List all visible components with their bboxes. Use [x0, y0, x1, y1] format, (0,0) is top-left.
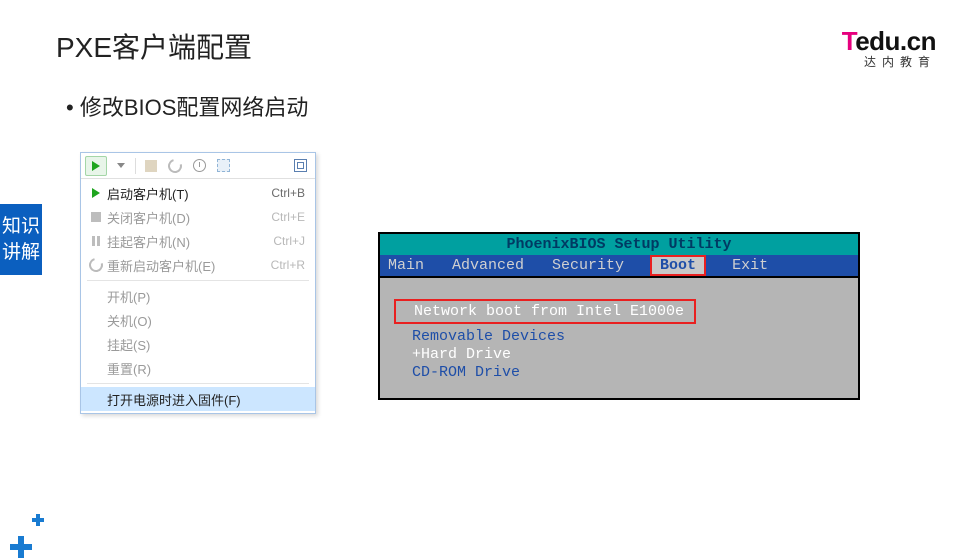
bios-tab-security[interactable]: Security: [550, 257, 626, 274]
boot-item-cdrom[interactable]: CD-ROM Drive: [394, 364, 844, 381]
toolbar-btn-clock[interactable]: [188, 156, 210, 176]
menu-item-power-off[interactable]: 关机(O): [81, 308, 315, 332]
bios-tab-exit[interactable]: Exit: [730, 257, 770, 274]
menu-label: 开机(P): [107, 287, 305, 306]
dropdown-chevron[interactable]: [109, 156, 131, 176]
menu-item-enter-firmware[interactable]: 打开电源时进入固件(F): [81, 387, 315, 411]
toolbar-btn-box[interactable]: [140, 156, 162, 176]
menu-item-reset[interactable]: 重置(R): [81, 356, 315, 380]
menu-label: 挂起客户机(N): [107, 232, 273, 251]
boot-item-removable[interactable]: Removable Devices: [394, 328, 844, 345]
bios-title: PhoenixBIOS Setup Utility: [380, 234, 858, 255]
bios-menu-bar: Main Advanced Security Boot Exit: [380, 255, 858, 278]
boot-item-hard-drive[interactable]: +Hard Drive: [394, 346, 844, 363]
boot-item-network[interactable]: Network boot from Intel E1000e: [394, 299, 696, 324]
menu-label: 启动客户机(T): [107, 184, 271, 203]
menu-separator: [87, 383, 309, 384]
refresh-icon: [165, 156, 184, 175]
bios-tab-advanced[interactable]: Advanced: [450, 257, 526, 274]
bios-body: Network boot from Intel E1000e Removable…: [380, 278, 858, 390]
bios-tab-main[interactable]: Main: [386, 257, 426, 274]
menu-label: 打开电源时进入固件(F): [107, 390, 305, 409]
logo-subtitle: 达内教育: [842, 56, 936, 68]
bullet-text: 修改BIOS配置网络启动: [66, 90, 308, 122]
menu-toolbar: [81, 153, 315, 179]
logo-rest: edu.cn: [855, 26, 936, 56]
play-icon: [92, 161, 100, 171]
menu-separator: [87, 280, 309, 281]
power-menu-window: 启动客户机(T) Ctrl+B 关闭客户机(D) Ctrl+E 挂起客户机(N)…: [80, 152, 316, 414]
toolbar-btn-snapshot[interactable]: [212, 156, 234, 176]
bios-tab-boot[interactable]: Boot: [650, 255, 706, 276]
sidebar-tab-knowledge: 知识讲解: [0, 204, 42, 275]
menu-item-suspend[interactable]: 挂起(S): [81, 332, 315, 356]
menu-list: 启动客户机(T) Ctrl+B 关闭客户机(D) Ctrl+E 挂起客户机(N)…: [81, 179, 315, 413]
fullscreen-icon: [294, 159, 307, 172]
menu-item-power-on-simple[interactable]: 开机(P): [81, 284, 315, 308]
menu-item-shutdown-guest[interactable]: 关闭客户机(D) Ctrl+E: [81, 205, 315, 229]
play-button[interactable]: [85, 156, 107, 176]
menu-label: 关闭客户机(D): [107, 208, 271, 227]
pause-icon: [92, 236, 100, 246]
menu-label: 挂起(S): [107, 335, 305, 354]
chevron-down-icon: [117, 163, 125, 168]
menu-item-power-on[interactable]: 启动客户机(T) Ctrl+B: [81, 181, 315, 205]
snapshot-icon: [217, 159, 230, 172]
logo-letter: T: [842, 26, 855, 56]
menu-item-restart-guest[interactable]: 重新启动客户机(E) Ctrl+R: [81, 253, 315, 277]
menu-shortcut: Ctrl+J: [273, 234, 305, 248]
box-icon: [145, 160, 157, 172]
slide-title: PXE客户端配置: [56, 26, 252, 66]
menu-label: 重置(R): [107, 359, 305, 378]
menu-label: 关机(O): [107, 311, 305, 330]
toolbar-btn-refresh[interactable]: [164, 156, 186, 176]
menu-shortcut: Ctrl+R: [271, 258, 305, 272]
toolbar-separator: [135, 158, 136, 174]
menu-label: 重新启动客户机(E): [107, 256, 271, 275]
toolbar-btn-fullscreen[interactable]: [289, 156, 311, 176]
bios-window: PhoenixBIOS Setup Utility Main Advanced …: [378, 232, 860, 400]
menu-shortcut: Ctrl+E: [271, 210, 305, 224]
menu-shortcut: Ctrl+B: [271, 186, 305, 200]
brand-logo: Tedu.cn 达内教育: [842, 28, 936, 68]
play-icon: [92, 188, 100, 198]
clock-icon: [193, 159, 206, 172]
stop-icon: [91, 212, 101, 222]
menu-item-suspend-guest[interactable]: 挂起客户机(N) Ctrl+J: [81, 229, 315, 253]
restart-icon: [86, 255, 105, 274]
